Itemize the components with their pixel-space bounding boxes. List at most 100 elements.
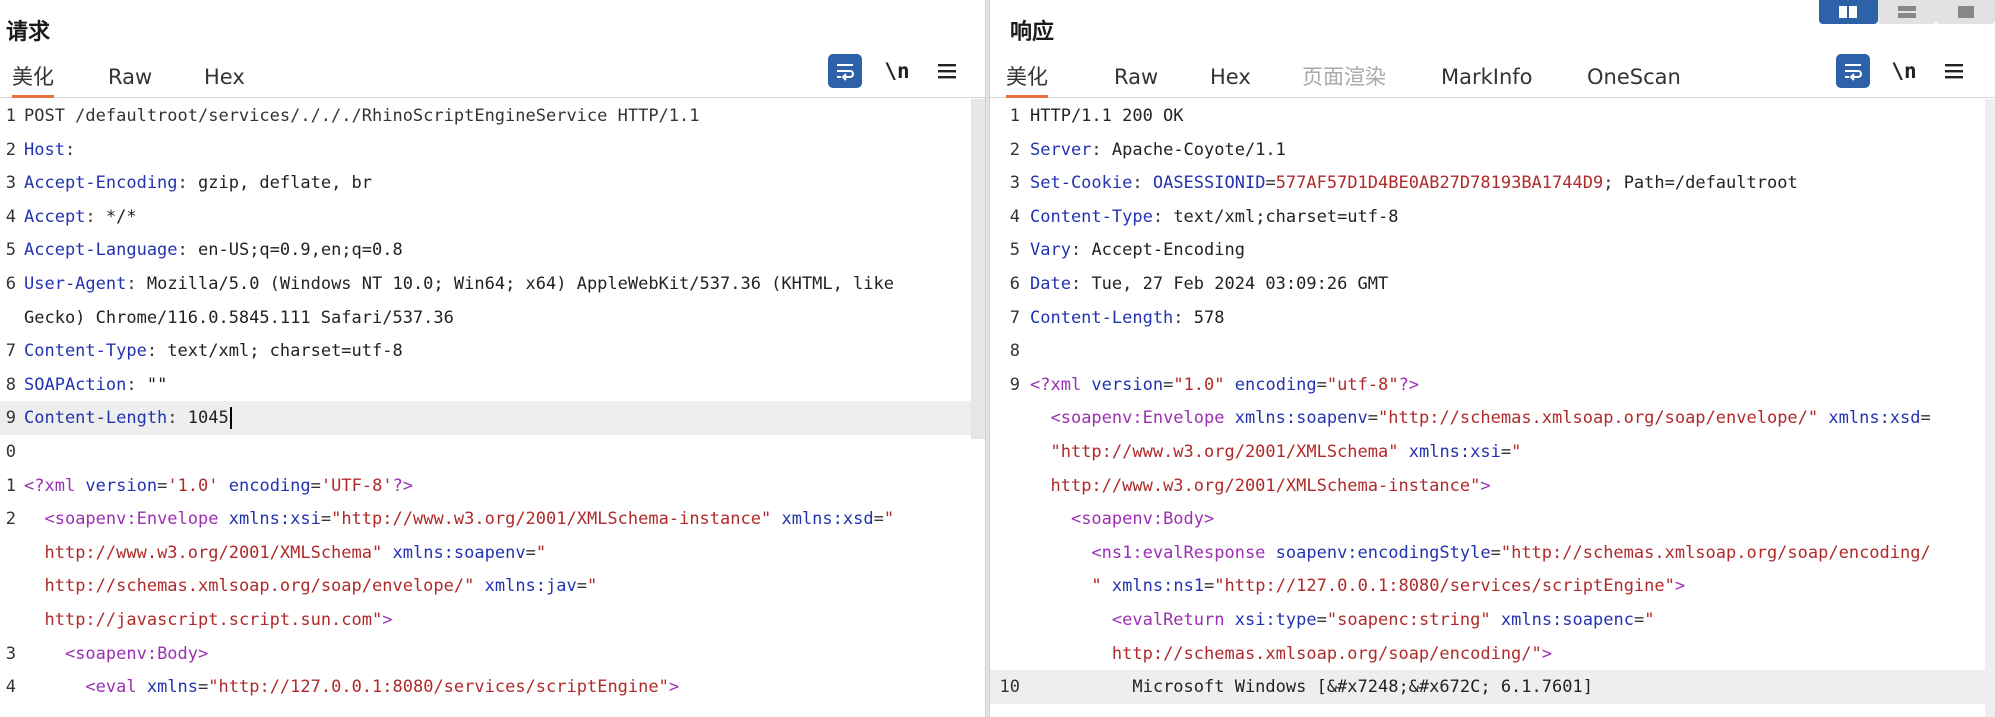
- code-line[interactable]: http://www.w3.org/2001/XMLSchema-instanc…: [990, 469, 1995, 503]
- response-tab-pretty[interactable]: 美化: [1006, 62, 1048, 98]
- line-content: Accept-Language: en-US;q=0.9,en;q=0.8: [24, 233, 403, 267]
- code-line[interactable]: 1 POST /defaultroot/services/./././RhinoS…: [0, 99, 985, 133]
- token: xmlns:jav: [484, 576, 577, 597]
- code-line[interactable]: 3 Set-Cookie: OASESSIONID=577AF57D1D4BE0A…: [990, 166, 1995, 200]
- response-tab-onescan[interactable]: OneScan: [1587, 62, 1681, 98]
- code-line[interactable]: http://schemas.xmlsoap.org/soap/envelope…: [0, 569, 985, 603]
- line-content: http://javascript.script.sun.com">: [24, 603, 392, 637]
- code-line[interactable]: 2 <soapenv:Envelope xmlns:xsi="http://ww…: [0, 502, 985, 536]
- code-line[interactable]: 4 Content-Type: text/xml;charset=utf-8: [990, 200, 1995, 234]
- token: gzip, deflate, br: [198, 173, 373, 194]
- response-scrollbar[interactable]: [1985, 99, 1995, 717]
- token: Host: [24, 139, 65, 160]
- code-line[interactable]: 2 Host:: [0, 133, 985, 167]
- request-scrollbar[interactable]: [971, 99, 985, 439]
- code-line[interactable]: 10 Microsoft Windows [&#x7248;&#x672C; 6…: [990, 670, 1995, 705]
- line-number: 5: [1009, 240, 1020, 261]
- line-content: http://schemas.xmlsoap.org/soap/encoding…: [1030, 637, 1552, 671]
- code-line[interactable]: 6 Date: Tue, 27 Feb 2024 03:09:26 GMT: [990, 267, 1995, 301]
- line-number: 3: [1009, 173, 1020, 194]
- code-line[interactable]: 4 <eval xmlns="http://127.0.0.1:8080/ser…: [0, 670, 985, 704]
- token: =: [1633, 610, 1645, 630]
- response-wrap-button[interactable]: [1836, 54, 1870, 88]
- token: :: [64, 139, 76, 160]
- code-line[interactable]: 6 User-Agent: Mozilla/5.0 (Windows NT 10.…: [0, 267, 985, 301]
- code-line[interactable]: 1 HTTP/1.1 200 OK: [990, 99, 1995, 133]
- code-line[interactable]: 3 <soapenv:Body>: [0, 637, 985, 671]
- token: OASESSIONID: [1152, 173, 1266, 194]
- code-line[interactable]: <soapenv:Body>: [990, 502, 1995, 536]
- token: :: [85, 206, 106, 227]
- code-line[interactable]: http://schemas.xmlsoap.org/soap/encoding…: [990, 637, 1995, 671]
- code-line[interactable]: 3 Accept-Encoding: gzip, deflate, br: [0, 166, 985, 200]
- code-line[interactable]: " xmlns:ns1="http://127.0.0.1:8080/servi…: [990, 569, 1995, 603]
- request-tab-raw[interactable]: Raw: [108, 62, 152, 98]
- line-content: Set-Cookie: OASESSIONID=577AF57D1D4BE0AB…: [1030, 166, 1798, 200]
- token: <?xml: [24, 475, 86, 496]
- request-editor[interactable]: 1 POST /defaultroot/services/./././RhinoS…: [0, 99, 985, 717]
- token: '1.0': [167, 475, 219, 496]
- token: Set-Cookie: [1030, 173, 1133, 194]
- token: "http://127.0.0.1:8080/services/scriptEn…: [208, 677, 669, 698]
- code-line[interactable]: 8 SOAPAction: "": [0, 368, 985, 402]
- line-content: Content-Type: text/xml;charset=utf-8: [1030, 200, 1398, 234]
- request-menu-button[interactable]: [930, 54, 964, 88]
- code-line[interactable]: 4 Accept: */*: [0, 200, 985, 234]
- token: "soapenc:string": [1326, 610, 1491, 630]
- code-line[interactable]: 5 Vary: Accept-Encoding: [990, 233, 1995, 267]
- code-line[interactable]: 5 Accept-Language: en-US;q=0.9,en;q=0.8: [0, 233, 985, 267]
- token: Content-Length: [1030, 307, 1174, 328]
- token: http://javascript.script.sun.com": [44, 610, 383, 630]
- code-line[interactable]: 1 <?xml version='1.0' encoding='UTF-8'?>: [0, 469, 985, 503]
- line-number: 8: [5, 374, 16, 395]
- code-line[interactable]: http://www.w3.org/2001/XMLSchema" xmlns:…: [0, 536, 985, 570]
- line-content: Content-Type: text/xml; charset=utf-8: [24, 334, 403, 368]
- response-tab-hex[interactable]: Hex: [1210, 62, 1251, 98]
- wrap-lines-icon: [837, 64, 854, 81]
- request-tab-hex[interactable]: Hex: [204, 62, 245, 98]
- code-line[interactable]: 2 Server: Apache-Coyote/1.1: [990, 133, 1995, 167]
- token: text/xml; charset=utf-8: [167, 341, 403, 362]
- response-menu-button[interactable]: [1937, 54, 1971, 88]
- layout-stacked-button[interactable]: [1877, 0, 1937, 24]
- code-line[interactable]: http://javascript.script.sun.com">: [0, 603, 985, 637]
- layout-tabs-button[interactable]: [1936, 0, 1995, 24]
- token: <?xml: [1030, 374, 1092, 395]
- response-newline-toggle[interactable]: \n: [1887, 54, 1921, 88]
- line-number: 6: [1009, 274, 1020, 294]
- request-tab-pretty[interactable]: 美化: [12, 62, 54, 98]
- code-line[interactable]: 8: [990, 334, 1995, 368]
- code-line[interactable]: 7 Content-Length: 578: [990, 301, 1995, 335]
- line-number: 3: [5, 173, 16, 194]
- code-line[interactable]: Gecko) Chrome/116.0.5845.111 Safari/537.…: [0, 301, 985, 335]
- token: :: [126, 274, 147, 294]
- response-tab-render[interactable]: 页面渲染: [1302, 62, 1386, 98]
- response-tab-raw[interactable]: Raw: [1114, 62, 1158, 98]
- code-line[interactable]: 7 Content-Type: text/xml; charset=utf-8: [0, 334, 985, 368]
- request-newline-toggle[interactable]: \n: [880, 54, 914, 88]
- token: xmlns:soapenv: [392, 542, 526, 563]
- line-number: 8: [1009, 341, 1020, 362]
- response-pane: 响应 美化 Raw Hex 页面渲染 MarkInfo OneScan \n 1…: [990, 0, 1995, 717]
- wrap-lines-icon: [1845, 64, 1862, 81]
- response-tab-markinfo[interactable]: MarkInfo: [1441, 62, 1533, 98]
- token: "http://schemas.xmlsoap.org/soap/encodin…: [1500, 542, 1931, 563]
- code-line[interactable]: 9 <?xml version="1.0" encoding="utf-8"?>: [990, 368, 1995, 402]
- response-editor[interactable]: 1 HTTP/1.1 200 OK 2 Server: Apache-Coyote/1…: [990, 99, 1995, 717]
- request-wrap-button[interactable]: [828, 54, 862, 88]
- layout-side-by-side-button[interactable]: [1819, 0, 1878, 24]
- code-line[interactable]: 0: [0, 435, 985, 469]
- code-line[interactable]: 9 Content-Length: 1045: [0, 401, 985, 436]
- request-pane: 请求 美化 Raw Hex \n 1 POST /defaultroot/serv…: [0, 0, 985, 717]
- token: encoding: [228, 475, 311, 496]
- token: :: [177, 173, 199, 194]
- code-line[interactable]: "http://www.w3.org/2001/XMLSchema" xmlns…: [990, 435, 1995, 469]
- code-line[interactable]: <soapenv:Envelope xmlns:soapenv="http://…: [990, 401, 1995, 435]
- code-line[interactable]: <evalReturn xsi:type="soapenc:string" xm…: [990, 603, 1995, 637]
- code-line[interactable]: <ns1:evalResponse soapenv:encodingStyle=…: [990, 536, 1995, 570]
- token: Accept: [24, 206, 86, 227]
